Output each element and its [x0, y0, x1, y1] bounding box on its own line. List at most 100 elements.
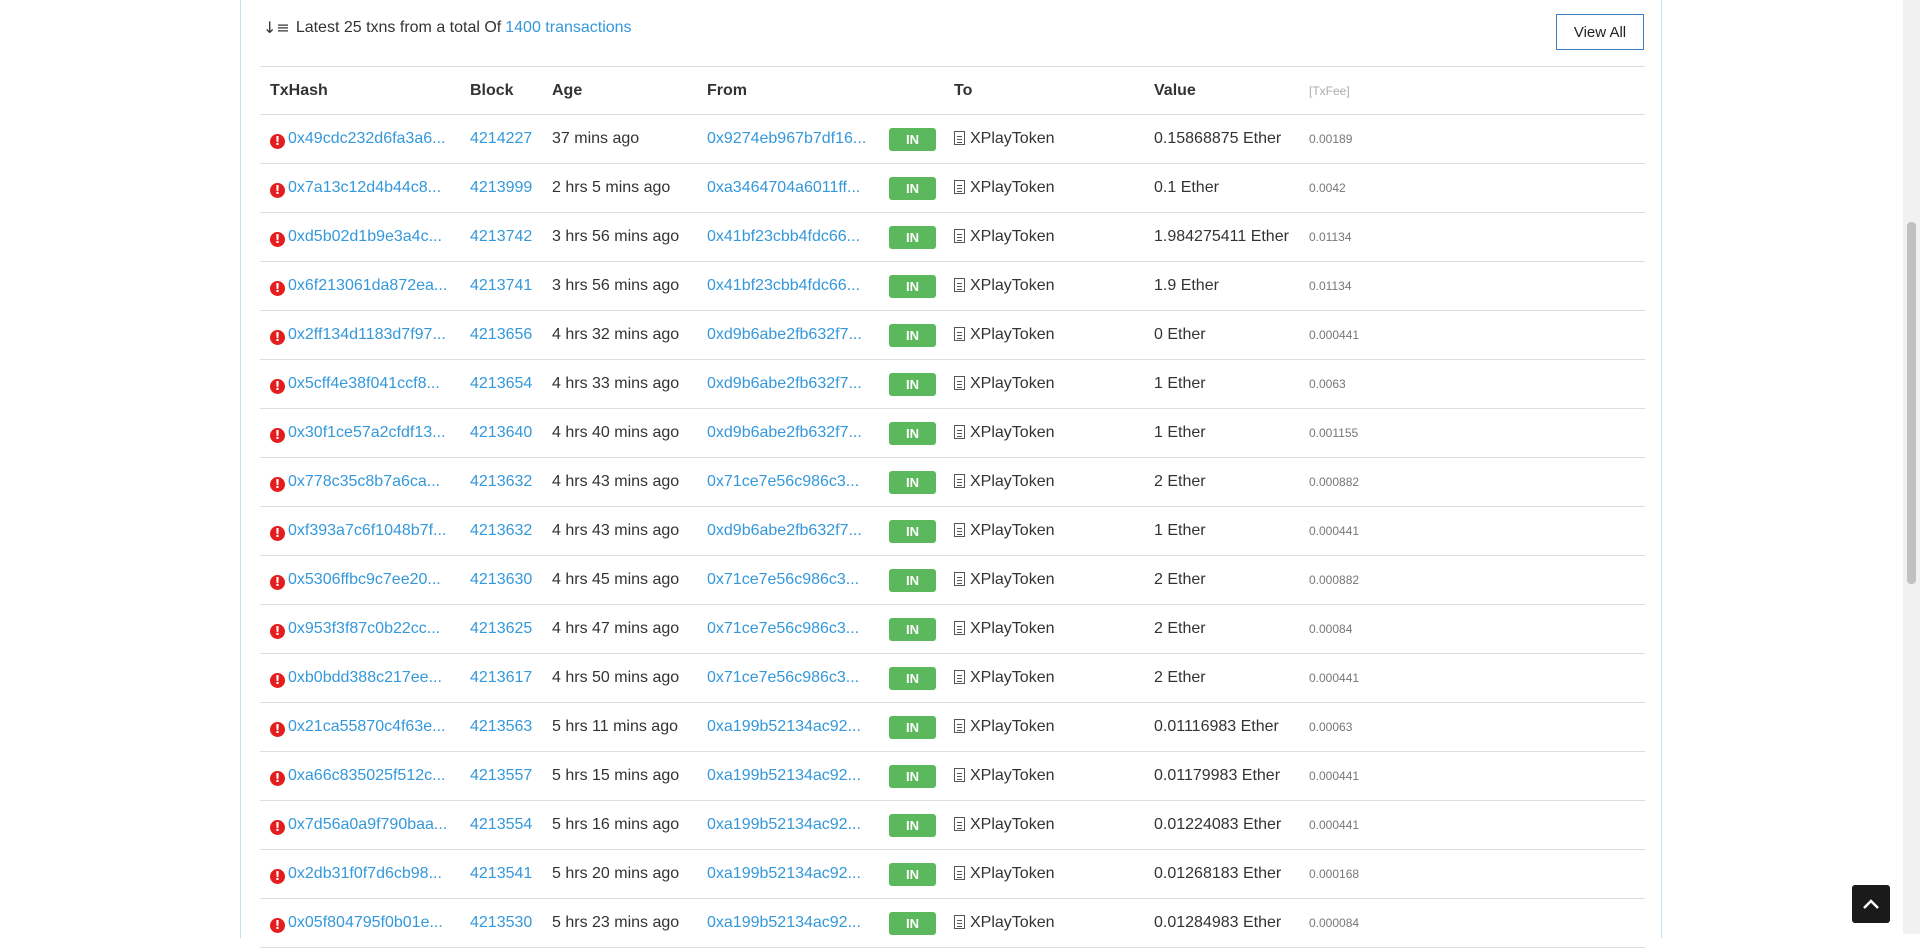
txhash-cell: ! 0x49cdc232d6fa3a6... [260, 114, 460, 164]
to-contract-name: XPlayToken [970, 914, 1055, 931]
block-link[interactable]: 4213656 [470, 326, 532, 343]
value-cell: 2 Ether [1144, 457, 1299, 507]
from-address-link[interactable]: 0x71ce7e56c986c3... [707, 571, 859, 588]
direction-cell: IN [879, 359, 944, 409]
block-link[interactable]: 4213654 [470, 375, 532, 392]
direction-cell: IN [879, 114, 944, 164]
age-cell: 3 hrs 56 mins ago [542, 261, 697, 311]
direction-cell: IN [879, 849, 944, 899]
txfee-cell: 0.01134 [1299, 212, 1645, 262]
block-link[interactable]: 4213999 [470, 179, 532, 196]
direction-badge: IN [889, 715, 936, 739]
block-link[interactable]: 4213541 [470, 865, 532, 882]
txfee-cell: 0.000441 [1299, 800, 1645, 850]
txhash-cell: ! 0x5306ffbc9c7ee20... [260, 555, 460, 605]
from-address-link[interactable]: 0x71ce7e56c986c3... [707, 669, 859, 686]
from-cell: 0x71ce7e56c986c3... [697, 604, 879, 654]
exclamation-circle-icon: ! [270, 231, 285, 247]
back-to-top-button[interactable] [1852, 885, 1890, 923]
to-contract-name: XPlayToken [970, 767, 1055, 784]
direction-cell: IN [879, 751, 944, 801]
view-all-button[interactable]: View All [1556, 14, 1644, 50]
to-cell: XPlayToken [944, 506, 1144, 556]
txhash-link[interactable]: 0x30f1ce57a2cfdf13... [288, 424, 445, 441]
col-header-value: Value [1144, 66, 1299, 115]
file-document-icon [954, 229, 965, 243]
from-address-link[interactable]: 0xd9b6abe2fb632f7... [707, 326, 862, 343]
txhash-link[interactable]: 0x21ca55870c4f63e... [288, 718, 445, 735]
to-cell: XPlayToken [944, 359, 1144, 409]
from-address-link[interactable]: 0xa199b52134ac92... [707, 718, 861, 735]
from-address-link[interactable]: 0xa3464704a6011ff... [707, 179, 860, 196]
to-cell: XPlayToken [944, 604, 1144, 654]
from-address-link[interactable]: 0xa199b52134ac92... [707, 816, 861, 833]
to-cell: XPlayToken [944, 849, 1144, 899]
table-row: ! 0x7d56a0a9f790baa... 4213554 5 hrs 16 min… [260, 800, 1645, 850]
from-address-link[interactable]: 0x9274eb967b7df16... [707, 130, 866, 147]
to-cell: XPlayToken [944, 457, 1144, 507]
txhash-link[interactable]: 0x7a13c12d4b44c8... [288, 179, 441, 196]
txhash-link[interactable]: 0xf393a7c6f1048b7f... [288, 522, 446, 539]
block-link[interactable]: 4213630 [470, 571, 532, 588]
from-cell: 0xd9b6abe2fb632f7... [697, 408, 879, 458]
from-address-link[interactable]: 0xa199b52134ac92... [707, 767, 861, 784]
block-link[interactable]: 4213554 [470, 816, 532, 833]
block-link[interactable]: 4213625 [470, 620, 532, 637]
from-address-link[interactable]: 0xd9b6abe2fb632f7... [707, 424, 862, 441]
txhash-link[interactable]: 0x49cdc232d6fa3a6... [288, 130, 445, 147]
direction-badge: IN [889, 911, 936, 935]
exclamation-circle-icon: ! [270, 623, 285, 639]
block-link[interactable]: 4213530 [470, 914, 532, 931]
txhash-link[interactable]: 0x5306ffbc9c7ee20... [288, 571, 441, 588]
age-cell: 4 hrs 43 mins ago [542, 506, 697, 556]
exclamation-circle-icon: ! [270, 182, 285, 198]
from-address-link[interactable]: 0xd9b6abe2fb632f7... [707, 375, 862, 392]
direction-cell: IN [879, 506, 944, 556]
exclamation-circle-icon: ! [270, 133, 285, 149]
block-link[interactable]: 4214227 [470, 130, 532, 147]
txhash-link[interactable]: 0x5cff4e38f041ccf8... [288, 375, 440, 392]
block-link[interactable]: 4213557 [470, 767, 532, 784]
value-cell: 2 Ether [1144, 555, 1299, 605]
block-link[interactable]: 4213563 [470, 718, 532, 735]
from-address-link[interactable]: 0x41bf23cbb4fdc66... [707, 277, 860, 294]
table-row: ! 0x953f3f87c0b22cc... 4213625 4 hrs 47 min… [260, 604, 1645, 654]
from-address-link[interactable]: 0x41bf23cbb4fdc66... [707, 228, 860, 245]
block-link[interactable]: 4213640 [470, 424, 532, 441]
block-link[interactable]: 4213632 [470, 473, 532, 490]
txhash-link[interactable]: 0x2ff134d1183d7f97... [288, 326, 446, 343]
txhash-link[interactable]: 0x7d56a0a9f790baa... [288, 816, 447, 833]
block-link[interactable]: 4213742 [470, 228, 532, 245]
txhash-link[interactable]: 0x778c35c8b7a6ca... [288, 473, 440, 490]
txhash-link[interactable]: 0x953f3f87c0b22cc... [288, 620, 440, 637]
txhash-link[interactable]: 0xa66c835025f512c... [288, 767, 445, 784]
page-scrollbar[interactable] [1903, 0, 1920, 934]
block-cell: 4214227 [460, 114, 542, 164]
direction-cell: IN [879, 555, 944, 605]
from-address-link[interactable]: 0x71ce7e56c986c3... [707, 473, 859, 490]
from-address-link[interactable]: 0xa199b52134ac92... [707, 914, 861, 931]
from-address-link[interactable]: 0xa199b52134ac92... [707, 865, 861, 882]
txhash-link[interactable]: 0xd5b02d1b9e3a4c... [288, 228, 442, 245]
txhash-link[interactable]: 0x2db31f0f7d6cb98... [288, 865, 442, 882]
to-cell: XPlayToken [944, 702, 1144, 752]
table-row: ! 0xd5b02d1b9e3a4c... 4213742 3 hrs 56 mins… [260, 212, 1645, 262]
txfee-cell: 0.000441 [1299, 506, 1645, 556]
value-cell: 0.01179983 Ether [1144, 751, 1299, 801]
txhash-link[interactable]: 0xb0bdd388c217ee... [288, 669, 442, 686]
to-contract-name: XPlayToken [970, 228, 1055, 245]
block-cell: 4213632 [460, 457, 542, 507]
total-transactions-link[interactable]: 1400 transactions [505, 19, 631, 37]
block-link[interactable]: 4213741 [470, 277, 532, 294]
from-address-link[interactable]: 0x71ce7e56c986c3... [707, 620, 859, 637]
age-cell: 4 hrs 45 mins ago [542, 555, 697, 605]
txhash-link[interactable]: 0x6f213061da872ea... [288, 277, 447, 294]
direction-cell: IN [879, 800, 944, 850]
transactions-table: TxHash Block Age From To Value [TxFee] !… [260, 66, 1645, 948]
txhash-link[interactable]: 0x05f804795f0b01e... [288, 914, 443, 931]
block-link[interactable]: 4213632 [470, 522, 532, 539]
from-address-link[interactable]: 0xd9b6abe2fb632f7... [707, 522, 862, 539]
txfee-cell: 0.00063 [1299, 702, 1645, 752]
block-link[interactable]: 4213617 [470, 669, 532, 686]
scrollbar-thumb[interactable] [1907, 222, 1916, 584]
